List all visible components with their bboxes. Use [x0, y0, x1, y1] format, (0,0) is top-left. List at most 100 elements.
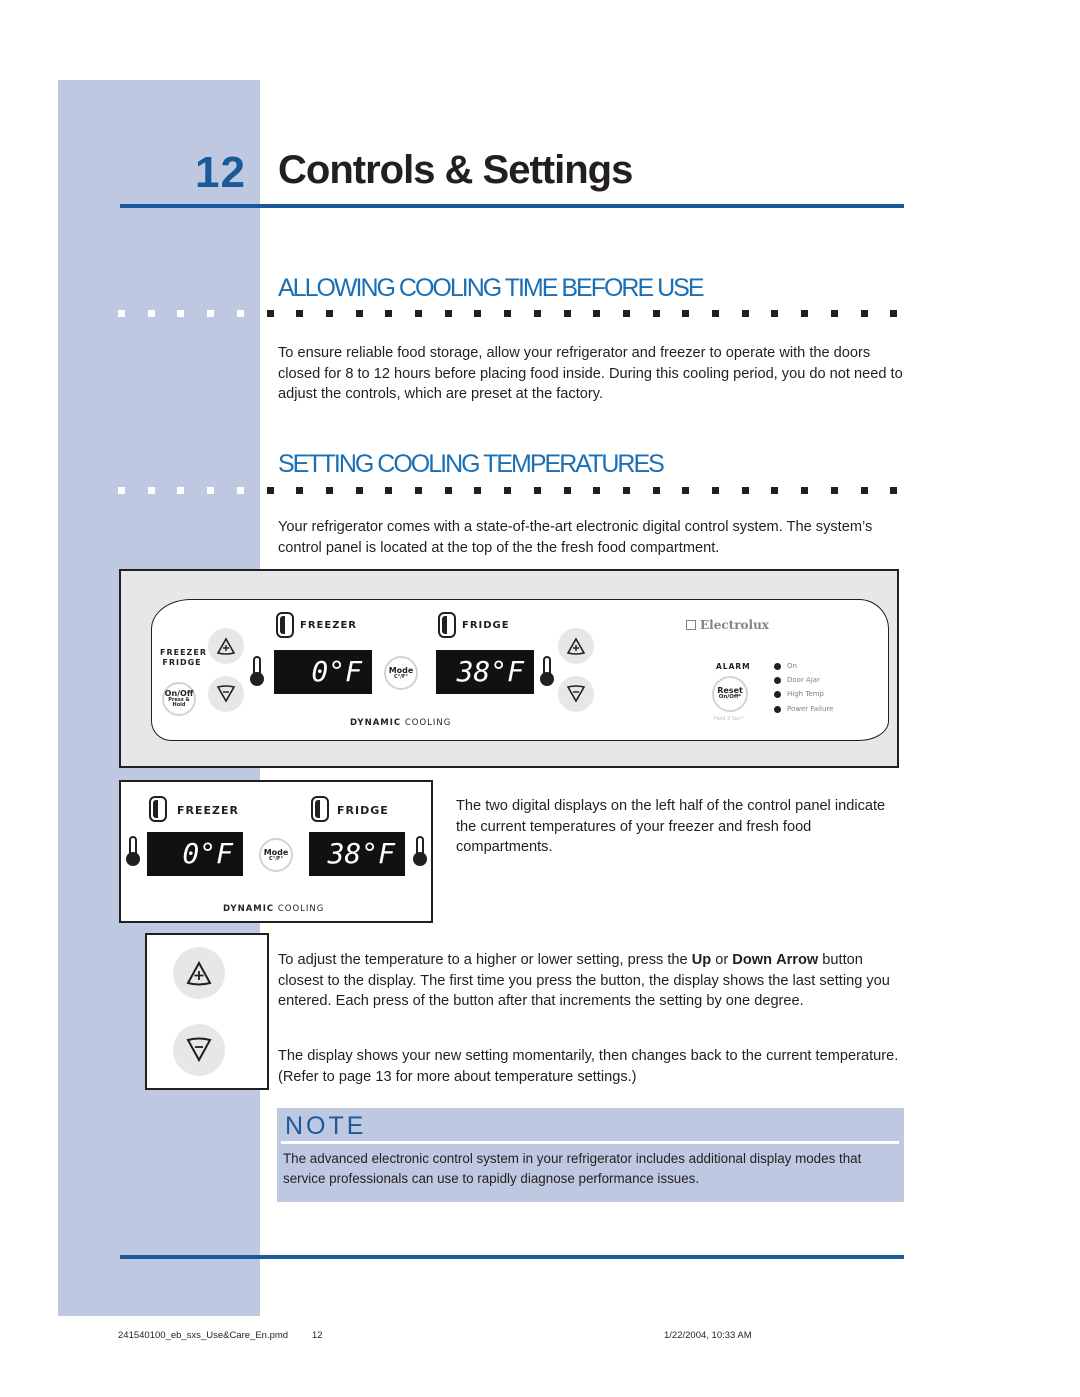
divider-dot	[830, 487, 838, 494]
freezer-label: FREEZER	[177, 804, 239, 817]
divider-dot	[296, 310, 304, 317]
divider-dot	[118, 487, 125, 494]
freezer-up-button[interactable]	[208, 628, 244, 664]
divider-dot	[860, 310, 868, 317]
divider-dot	[266, 487, 274, 494]
divider-dot	[236, 487, 244, 494]
divider-dot	[890, 487, 898, 494]
plus-triangle-icon	[566, 637, 586, 655]
plus-triangle-icon	[186, 960, 212, 986]
divider-dot	[118, 310, 125, 317]
plus-triangle-icon	[216, 637, 236, 655]
section-body-cooling-time: To ensure reliable food storage, allow y…	[278, 345, 903, 402]
led-label-door-ajar: Door Ajar	[787, 676, 820, 684]
electrolux-logo-icon	[686, 620, 696, 630]
fridge-down-button[interactable]	[558, 676, 594, 712]
divider-dot	[236, 310, 244, 317]
divider-dot	[771, 487, 779, 494]
note-rule	[281, 1141, 899, 1144]
arrow-buttons-illustration	[145, 933, 269, 1090]
fridge-display: 38°F	[309, 832, 405, 876]
divider-dot	[415, 487, 422, 494]
divider-dot	[771, 310, 779, 317]
divider-dot	[474, 487, 482, 494]
dynamic-cooling-label: DYNAMIC COOLING	[223, 904, 325, 914]
control-panel-face: FREEZER FRIDGE On/Off Press & Hold FREEZ…	[151, 599, 889, 741]
divider-dot	[563, 310, 571, 317]
alarm-label: ALARM	[716, 662, 751, 671]
divider-dot	[444, 487, 452, 494]
freezer-display: 0°F	[274, 650, 372, 694]
up-arrow-button[interactable]	[173, 947, 225, 999]
minus-triangle-icon	[186, 1037, 212, 1063]
fridge-label: FRIDGE	[337, 804, 389, 817]
mode-button[interactable]: Mode C°/F°	[259, 838, 293, 872]
thermometer-icon	[413, 836, 427, 866]
divider-dot	[474, 310, 482, 317]
minus-triangle-icon	[566, 685, 586, 703]
led-door-ajar	[774, 677, 781, 684]
mode-button[interactable]: Mode C°/F°	[384, 656, 418, 690]
alarm-reset-button[interactable]: Reset On/Off*	[712, 676, 748, 712]
divider-dot	[385, 310, 393, 317]
divider-dot	[533, 310, 541, 317]
freezer-door-icon	[276, 612, 294, 638]
footer-filename: 241540100_eb_sxs_Use&Care_En.pmd	[118, 1330, 289, 1341]
on-off-button[interactable]: On/Off Press & Hold	[162, 682, 196, 716]
fridge-label: FRIDGE	[462, 620, 510, 631]
control-panel-illustration: FREEZER FRIDGE On/Off Press & Hold FREEZ…	[119, 569, 899, 768]
footer-timestamp: 1/22/2004, 10:33 AM	[664, 1330, 752, 1341]
thermometer-icon	[250, 656, 264, 686]
section-title-cooling-time: ALLOWING COOLING TIME BEFORE USE	[278, 274, 705, 302]
divider-dot	[177, 487, 185, 494]
header-rule	[120, 204, 904, 208]
divider-dot	[177, 310, 185, 317]
note-box: NOTE The advanced electronic control sys…	[277, 1108, 904, 1202]
divider-dot	[355, 310, 363, 317]
divider-dot	[296, 487, 304, 494]
fridge-door-icon	[311, 796, 329, 822]
divider-dot	[801, 487, 809, 494]
chapter-number: 12	[195, 148, 246, 197]
divider-dot	[593, 487, 601, 494]
divider-dot	[682, 310, 690, 317]
divider-dot	[682, 487, 690, 494]
dot-divider	[118, 487, 908, 495]
led-label-high-temp: High Temp	[787, 690, 824, 698]
freezer-down-button[interactable]	[208, 676, 244, 712]
fridge-up-button[interactable]	[558, 628, 594, 664]
divider-dot	[207, 310, 215, 317]
divider-dot	[801, 310, 809, 317]
divider-dot	[652, 487, 660, 494]
led-label-on: On	[787, 662, 797, 670]
freezer-door-icon	[149, 796, 167, 822]
divider-dot	[355, 487, 363, 494]
divider-dot	[325, 310, 333, 317]
display-explanation: The display shows your new setting momen…	[278, 1048, 899, 1085]
divider-dot	[830, 310, 838, 317]
divider-dot	[444, 310, 452, 317]
divider-dot	[563, 487, 571, 494]
freezer-label: FREEZER	[300, 620, 357, 631]
freezer-display: 0°F	[147, 832, 243, 876]
divider-dot	[593, 310, 601, 317]
led-on	[774, 663, 781, 670]
divider-dot	[890, 310, 898, 317]
fridge-door-icon	[438, 612, 456, 638]
divider-dot	[504, 310, 512, 317]
display-caption: The two digital displays on the left hal…	[456, 798, 886, 855]
section-body-setting-temps: Your refrigerator comes with a state-of-…	[278, 519, 873, 556]
footer-page-number: 12	[312, 1330, 323, 1341]
fridge-display: 38°F	[436, 650, 534, 694]
divider-dot	[385, 487, 393, 494]
divider-dot	[415, 310, 422, 317]
display-detail-illustration: FREEZER 0°F Mode C°/F° FRIDGE 38°F DYNAM…	[119, 780, 433, 923]
footer-rule	[120, 1255, 904, 1259]
electrolux-logo: Electrolux	[686, 618, 769, 632]
divider-dot	[207, 487, 215, 494]
thermometer-icon	[540, 656, 554, 686]
down-arrow-button[interactable]	[173, 1024, 225, 1076]
divider-dot	[741, 487, 749, 494]
dynamic-cooling-label: DYNAMIC COOLING	[350, 718, 452, 728]
led-label-power-failure: Power Failure	[787, 705, 834, 713]
